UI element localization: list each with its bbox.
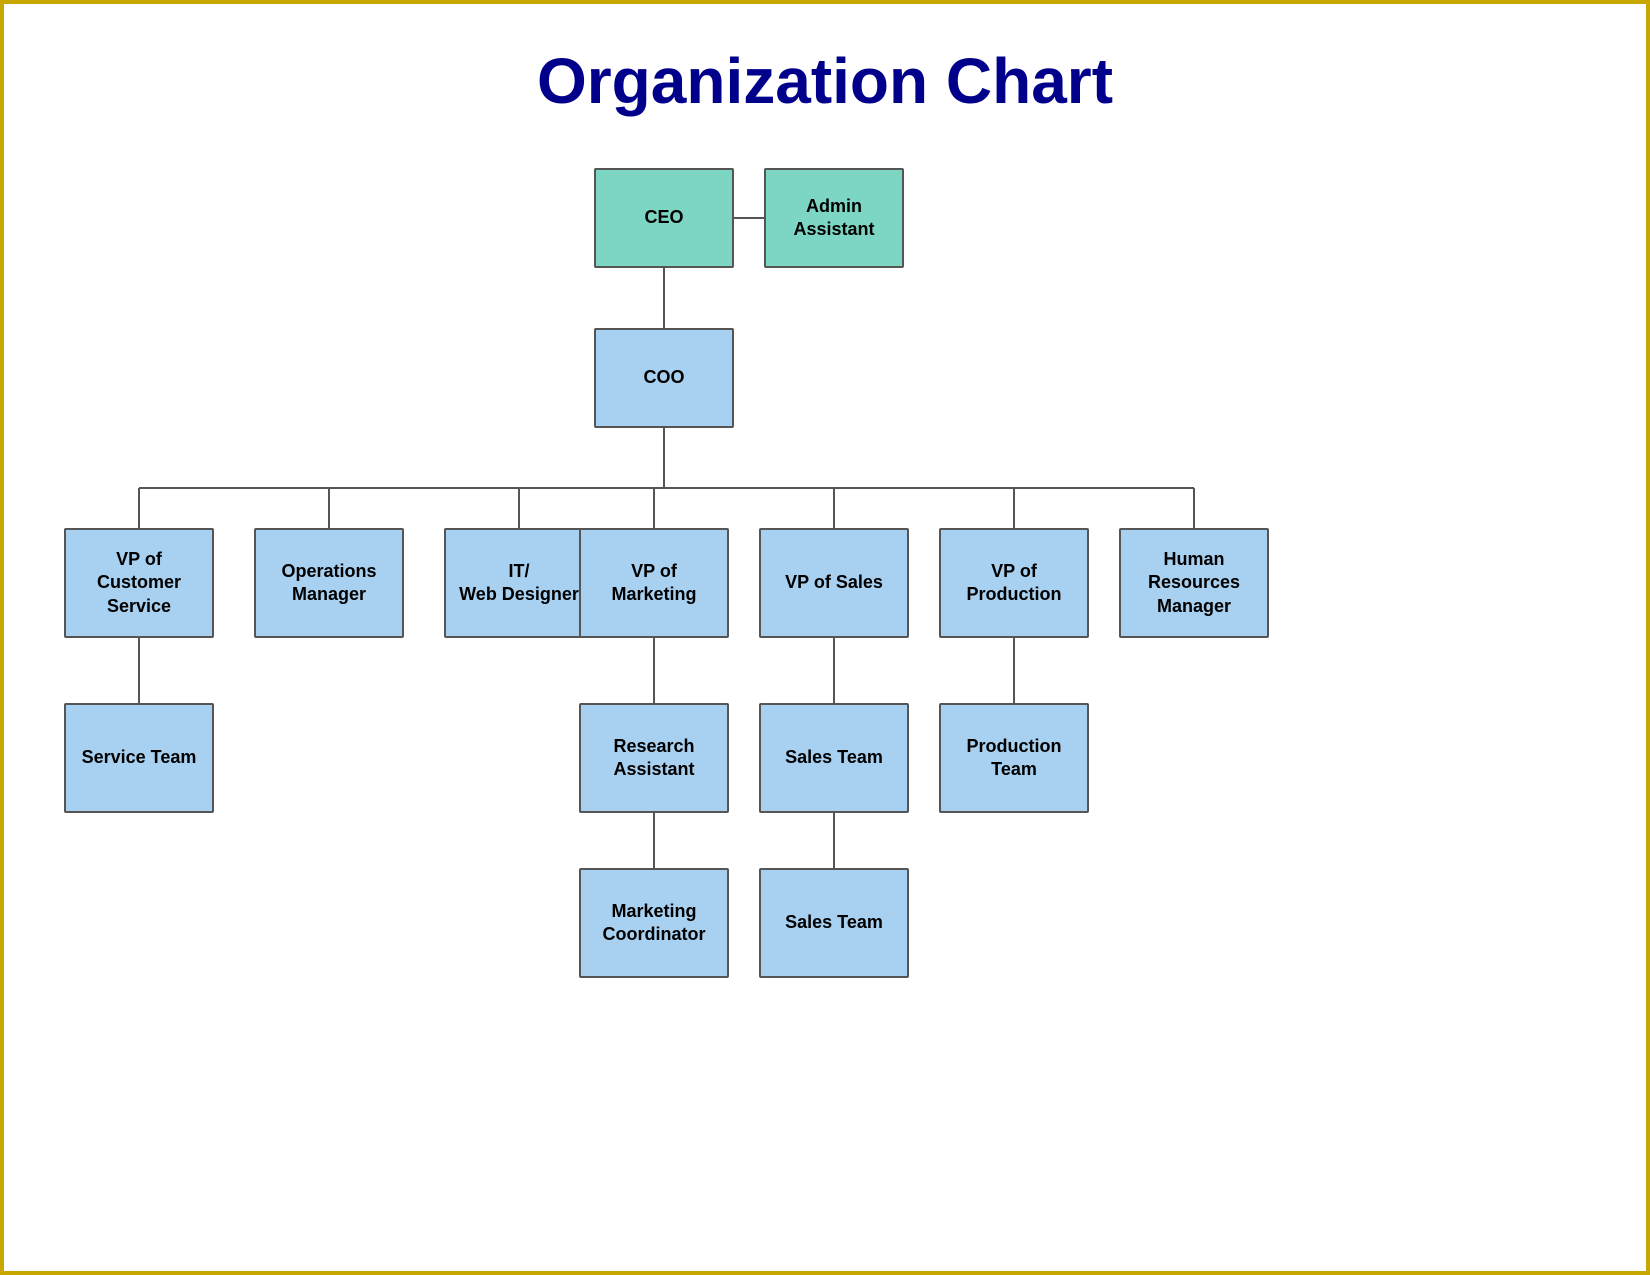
node-admin-assistant: AdminAssistant: [764, 168, 904, 268]
page: Organization Chart: [4, 4, 1646, 1271]
node-production-team: ProductionTeam: [939, 703, 1089, 813]
node-marketing-coordinator: MarketingCoordinator: [579, 868, 729, 978]
org-chart-connectors: [24, 148, 1626, 1245]
page-title: Organization Chart: [24, 24, 1626, 148]
node-vp-customer-service: VP ofCustomerService: [64, 528, 214, 638]
node-service-team: Service Team: [64, 703, 214, 813]
node-sales-team-2: Sales Team: [759, 868, 909, 978]
node-vp-sales: VP of Sales: [759, 528, 909, 638]
node-vp-production: VP ofProduction: [939, 528, 1089, 638]
node-coo: COO: [594, 328, 734, 428]
chart-area: CEO AdminAssistant COO VP ofCustomerServ…: [24, 148, 1626, 1245]
node-it-web-designer: IT/Web Designer: [444, 528, 594, 638]
node-operations-manager: OperationsManager: [254, 528, 404, 638]
node-hr-manager: HumanResourcesManager: [1119, 528, 1269, 638]
node-vp-marketing: VP ofMarketing: [579, 528, 729, 638]
node-sales-team-1: Sales Team: [759, 703, 909, 813]
node-research-assistant: ResearchAssistant: [579, 703, 729, 813]
node-ceo: CEO: [594, 168, 734, 268]
